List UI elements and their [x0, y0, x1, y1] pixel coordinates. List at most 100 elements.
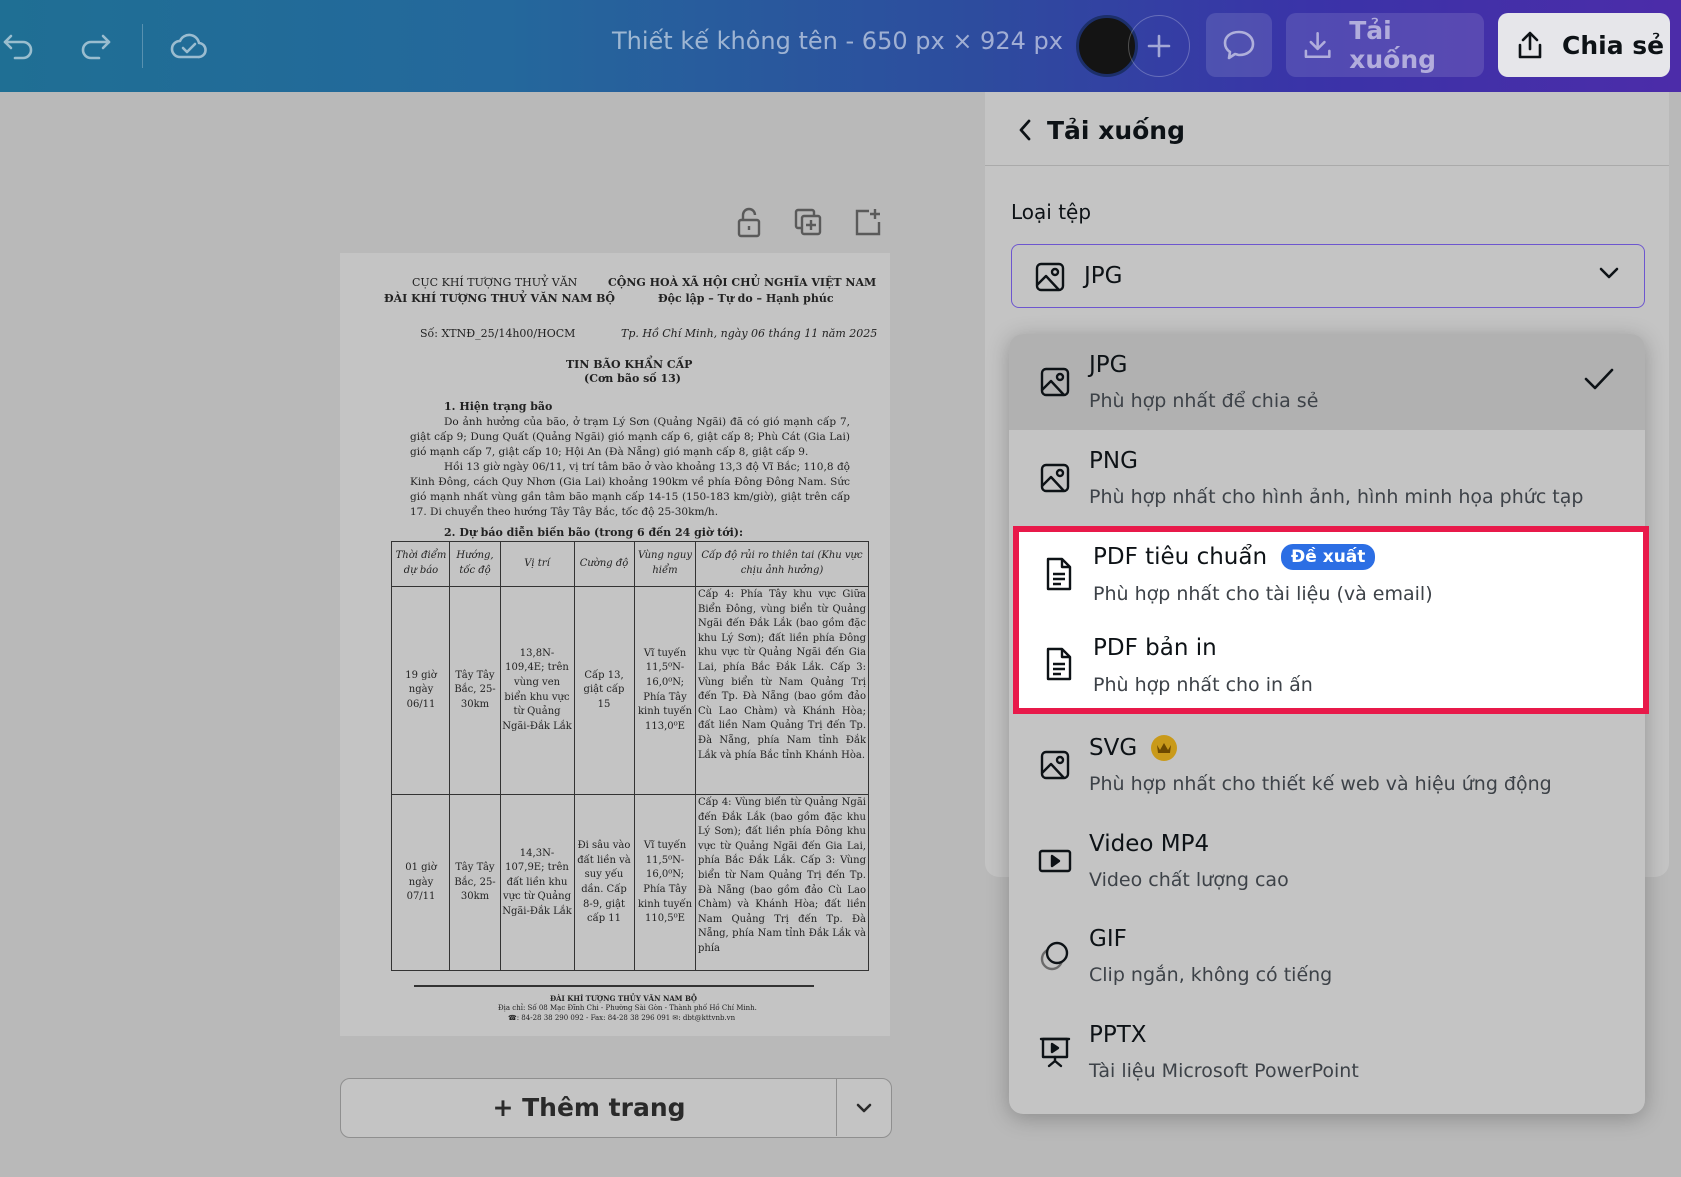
- table-header-cell: Cường độ: [579, 557, 629, 569]
- option-gif[interactable]: GIF Clip ngắn, không có tiếng: [1009, 908, 1645, 1004]
- table-cell: Cấp 4: Vùng biển từ Quảng Ngãi đến Đắk L…: [698, 797, 866, 954]
- doc-org-left-1: CỤC KHÍ TƯỢNG THUỶ VĂN: [412, 276, 578, 289]
- option-name: Video MP4: [1089, 831, 1210, 857]
- option-name: PDF tiêu chuẩn Đề xuất: [1093, 544, 1376, 570]
- option-description: Phù hợp nhất cho tài liệu (và email): [1093, 583, 1433, 605]
- share-button[interactable]: Chia sẻ: [1498, 13, 1670, 77]
- table-cell: Cấp 13, giật cấp 15: [583, 669, 625, 710]
- design-page[interactable]: CỤC KHÍ TƯỢNG THUỶ VĂN ĐÀI KHÍ TƯỢNG THU…: [340, 253, 890, 1036]
- table-cell: 01 giờ ngày 07/11: [405, 862, 437, 903]
- comment-button[interactable]: [1206, 13, 1272, 77]
- video-icon: [1037, 843, 1073, 879]
- cloud-saved-icon[interactable]: [163, 20, 215, 72]
- storm-bulletin-document: CỤC KHÍ TƯỢNG THUỶ VĂN ĐÀI KHÍ TƯỢNG THU…: [340, 253, 890, 1036]
- option-description: Phù hợp nhất cho hình ảnh, hình minh họa…: [1089, 486, 1584, 508]
- doc-org-right-1: CỘNG HOÀ XÃ HỘI CHỦ NGHĨA VIỆT NAM: [608, 276, 877, 289]
- document-icon: [1041, 646, 1077, 682]
- doc-footer-address: Địa chỉ: Số 08 Mạc Đĩnh Chi - Phường Sài…: [498, 1004, 757, 1012]
- option-mp4[interactable]: Video MP4 Video chất lượng cao: [1009, 813, 1645, 909]
- option-png[interactable]: PNG Phù hợp nhất cho hình ảnh, hình minh…: [1009, 430, 1645, 526]
- option-svg[interactable]: SVG Phù hợp nhất cho thiết kế web và hiệ…: [1009, 717, 1645, 813]
- doc-date: Tp. Hồ Chí Minh, ngày 06 tháng 11 năm 20…: [621, 327, 878, 340]
- doc-heading: TIN BÃO KHẨN CẤP: [566, 358, 693, 371]
- table-cell: 13,8N-109,4E; trên vùng ven biển khu vực…: [502, 647, 572, 732]
- design-title[interactable]: Thiết kế không tên - 650 px × 924 px: [612, 27, 1063, 55]
- option-description: Clip ngắn, không có tiếng: [1089, 964, 1333, 986]
- doc-footer-org: ĐÀI KHÍ TƯỢNG THỦY VĂN NAM BỘ: [550, 994, 697, 1003]
- add-collaborator-button[interactable]: [1128, 15, 1190, 77]
- image-icon: [1037, 364, 1073, 400]
- option-name: GIF: [1089, 926, 1127, 952]
- chevron-down-icon: [856, 1103, 872, 1112]
- option-description: Phù hợp nhất để chia sẻ: [1089, 390, 1319, 412]
- option-name-text: PDF tiêu chuẩn: [1093, 544, 1268, 570]
- option-name: PDF bản in: [1093, 635, 1217, 661]
- option-pdf-print[interactable]: PDF bản in Phù hợp nhất cho in ấn: [1019, 620, 1655, 708]
- panel-title: Tải xuống: [1047, 116, 1185, 145]
- download-label: Tải xuống: [1349, 16, 1437, 74]
- doc-number: Số: XTNĐ_25/14h00/HOCM: [420, 327, 576, 340]
- option-jpg[interactable]: JPG Phù hợp nhất để chia sẻ: [1009, 334, 1645, 430]
- back-button[interactable]: [1011, 116, 1039, 144]
- option-name: PPTX: [1089, 1022, 1147, 1048]
- download-icon: [1304, 32, 1331, 58]
- table-cell: Vĩ tuyến 11,5⁰N-16,0⁰N; Phía Tây kinh tu…: [637, 840, 693, 925]
- pdf-options-highlight: PDF tiêu chuẩn Đề xuất Phù hợp nhất cho …: [1013, 526, 1649, 714]
- option-name-text: SVG: [1089, 735, 1138, 761]
- add-page-options-button[interactable]: [837, 1079, 891, 1136]
- toolbar-divider: [142, 24, 143, 68]
- table-cell: Tây Tây Bắc, 25-30km: [454, 669, 496, 710]
- file-type-select[interactable]: JPG: [1011, 244, 1645, 308]
- doc-org-left-2: ĐÀI KHÍ TƯỢNG THUỶ VĂN NAM BỘ: [384, 292, 615, 305]
- duplicate-page-icon[interactable]: [788, 202, 828, 242]
- gif-icon: [1037, 938, 1073, 974]
- top-bar: Thiết kế không tên - 650 px × 924 px Tải…: [0, 0, 1681, 92]
- image-icon: [1037, 460, 1073, 496]
- chevron-down-icon: [1598, 265, 1620, 284]
- file-type-dropdown: JPG Phù hợp nhất để chia sẻ PNG Phù hợp …: [1009, 334, 1645, 1114]
- share-icon: [1518, 31, 1542, 59]
- image-icon: [1037, 747, 1073, 783]
- crown-icon: [1151, 735, 1178, 761]
- table-cell: Vĩ tuyến 11,5⁰N-16,0⁰N; Phía Tây kinh tu…: [637, 647, 693, 732]
- comment-icon: [1223, 30, 1255, 60]
- option-description: Tài liệu Microsoft PowerPoint: [1089, 1060, 1359, 1082]
- document-icon: [1041, 556, 1077, 592]
- recommended-badge: Đề xuất: [1281, 544, 1376, 570]
- image-icon: [1034, 261, 1066, 297]
- option-description: Phù hợp nhất cho thiết kế web và hiệu ứn…: [1089, 773, 1552, 795]
- panel-header: Tải xuống: [985, 92, 1669, 166]
- option-name: JPG: [1089, 352, 1128, 378]
- doc-section-2: 2. Dự báo diễn biến bão (trong 6 đến 24 …: [444, 526, 744, 539]
- table-cell: 19 giờ ngày 06/11: [405, 669, 437, 710]
- table-header-cell: Vị trí: [524, 557, 550, 569]
- presentation-icon: [1037, 1034, 1073, 1070]
- table-cell: Cấp 4: Phía Tây khu vực Giữa Biển Đông, …: [698, 589, 866, 761]
- table-cell: Tây Tây Bắc, 25-30km: [454, 862, 496, 903]
- download-button[interactable]: Tải xuống: [1286, 13, 1484, 77]
- option-description: Video chất lượng cao: [1089, 869, 1289, 891]
- plus-icon: [1147, 34, 1171, 58]
- check-icon: [1583, 366, 1615, 396]
- add-page-button[interactable]: + Thêm trang: [341, 1079, 837, 1136]
- lock-icon[interactable]: [729, 202, 769, 242]
- footer-divider: [414, 985, 814, 987]
- doc-section-1: 1. Hiện trạng bão: [444, 400, 553, 413]
- option-pdf-standard[interactable]: PDF tiêu chuẩn Đề xuất Phù hợp nhất cho …: [1019, 532, 1655, 620]
- table-header-cell: Vùng nguy hiểm: [638, 550, 692, 576]
- add-page-icon[interactable]: [848, 202, 888, 242]
- table-header-cell: Hướng, tốc độ: [456, 550, 494, 576]
- option-name: SVG: [1089, 735, 1178, 761]
- share-label: Chia sẻ: [1562, 30, 1665, 60]
- redo-icon[interactable]: [70, 20, 122, 72]
- option-name: PNG: [1089, 448, 1138, 474]
- file-type-value: JPG: [1084, 263, 1123, 289]
- table-cell: Đi sâu vào đất liền và suy yếu dần. Cấp …: [577, 840, 631, 925]
- undo-icon[interactable]: [0, 20, 44, 72]
- doc-paragraph-1: Do ảnh hưởng của bão, ở trạm Lý Sơn (Quả…: [410, 416, 850, 458]
- table-header-cell: Cấp độ rủi ro thiên tai (Khu vực chịu ản…: [701, 550, 863, 576]
- option-description: Phù hợp nhất cho in ấn: [1093, 674, 1313, 696]
- doc-paragraph-2: Hồi 13 giờ ngày 06/11, vị trí tâm bão ở …: [410, 461, 850, 518]
- file-type-label: Loại tệp: [1011, 200, 1092, 224]
- option-pptx[interactable]: PPTX Tài liệu Microsoft PowerPoint: [1009, 1004, 1645, 1100]
